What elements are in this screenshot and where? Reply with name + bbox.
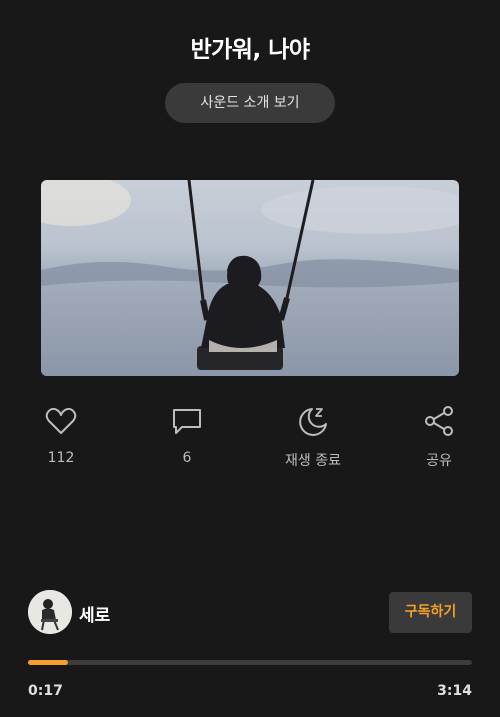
sleep-timer-action[interactable]: 재생 종료: [268, 400, 358, 470]
like-count: 112: [47, 450, 75, 466]
comment-count: 6: [182, 450, 192, 466]
comment-icon: [173, 409, 201, 434]
subscribe-button[interactable]: 구독하기: [389, 592, 472, 633]
page-title: 반가워, 나야: [190, 37, 310, 63]
current-time: 0:17: [28, 683, 63, 699]
cover-image: [41, 180, 459, 376]
like-action[interactable]: 112: [16, 400, 106, 466]
share-action[interactable]: 공유: [394, 400, 484, 470]
share-icon: [425, 406, 453, 436]
action-bar: 112 6 재생 종료 공유: [0, 400, 500, 480]
avatar[interactable]: [28, 590, 72, 634]
sleep-timer-label: 재생 종료: [285, 453, 341, 469]
progress-bar[interactable]: [28, 660, 472, 665]
comment-action[interactable]: 6: [142, 400, 232, 466]
share-label: 공유: [426, 453, 452, 469]
progress-fill: [28, 660, 68, 665]
total-time: 3:14: [437, 683, 472, 699]
sleep-timer-icon: [299, 408, 327, 436]
artist-name[interactable]: 세로: [79, 601, 110, 626]
sound-intro-button[interactable]: 사운드 소개 보기: [165, 83, 335, 123]
heart-icon: [45, 407, 77, 434]
